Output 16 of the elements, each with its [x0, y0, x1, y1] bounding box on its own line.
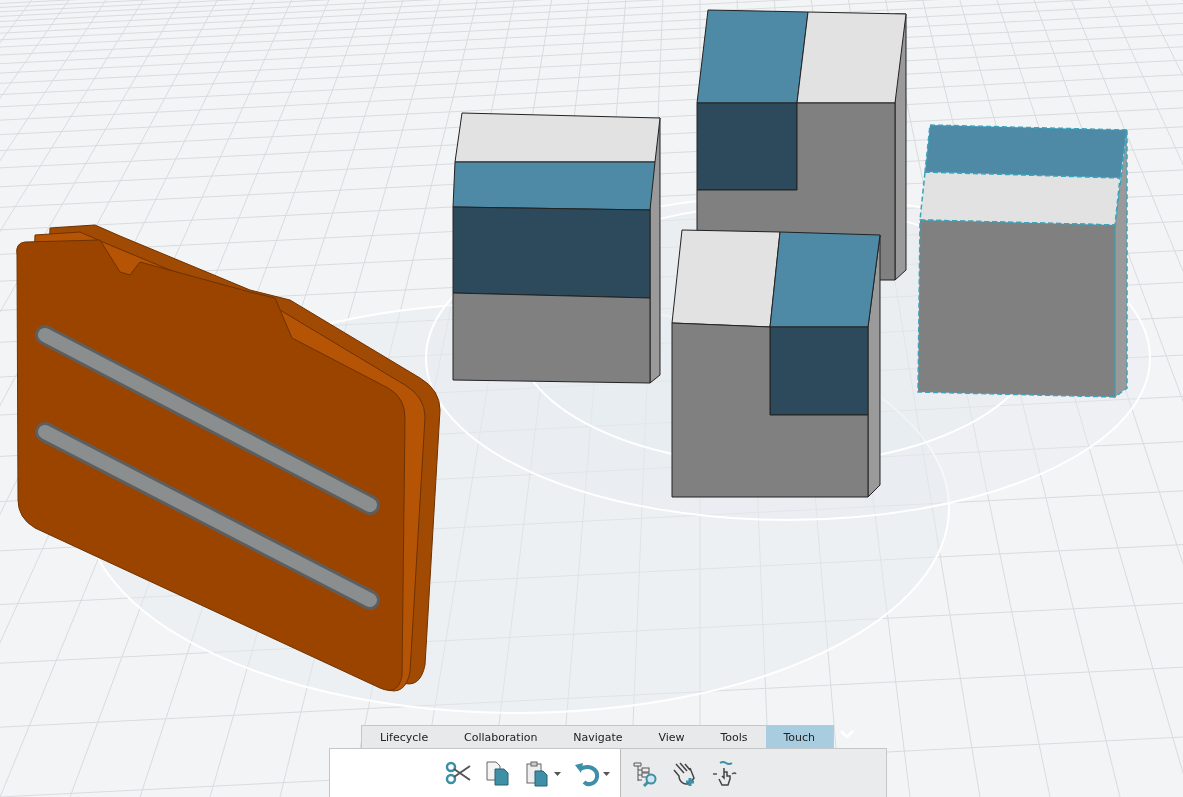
- caret-icon[interactable]: [603, 772, 610, 776]
- toolbar-tab[interactable]: Tools: [702, 726, 766, 748]
- toolbar-tab[interactable]: Touch: [765, 726, 833, 748]
- tree-search-icon: [631, 760, 659, 788]
- cube-drawing[interactable]: [452, 112, 661, 384]
- toolbar-tab[interactable]: Navigate: [555, 726, 641, 748]
- toolbar-tab[interactable]: View: [640, 726, 703, 748]
- cube-drawing[interactable]: [671, 229, 881, 498]
- undo-icon: [573, 760, 601, 788]
- toolbar-tab[interactable]: Collaboration: [446, 726, 556, 748]
- copy-icon: [484, 760, 512, 788]
- hand-swipe-icon: [711, 760, 739, 788]
- caret-icon[interactable]: [554, 772, 561, 776]
- 3d-viewport[interactable]: Lifecycle Collaboration Navigate View Tools Touch: [0, 0, 1183, 797]
- folder-drawing[interactable]: [16, 224, 441, 692]
- toolbar-tab[interactable]: Lifecycle: [362, 726, 447, 748]
